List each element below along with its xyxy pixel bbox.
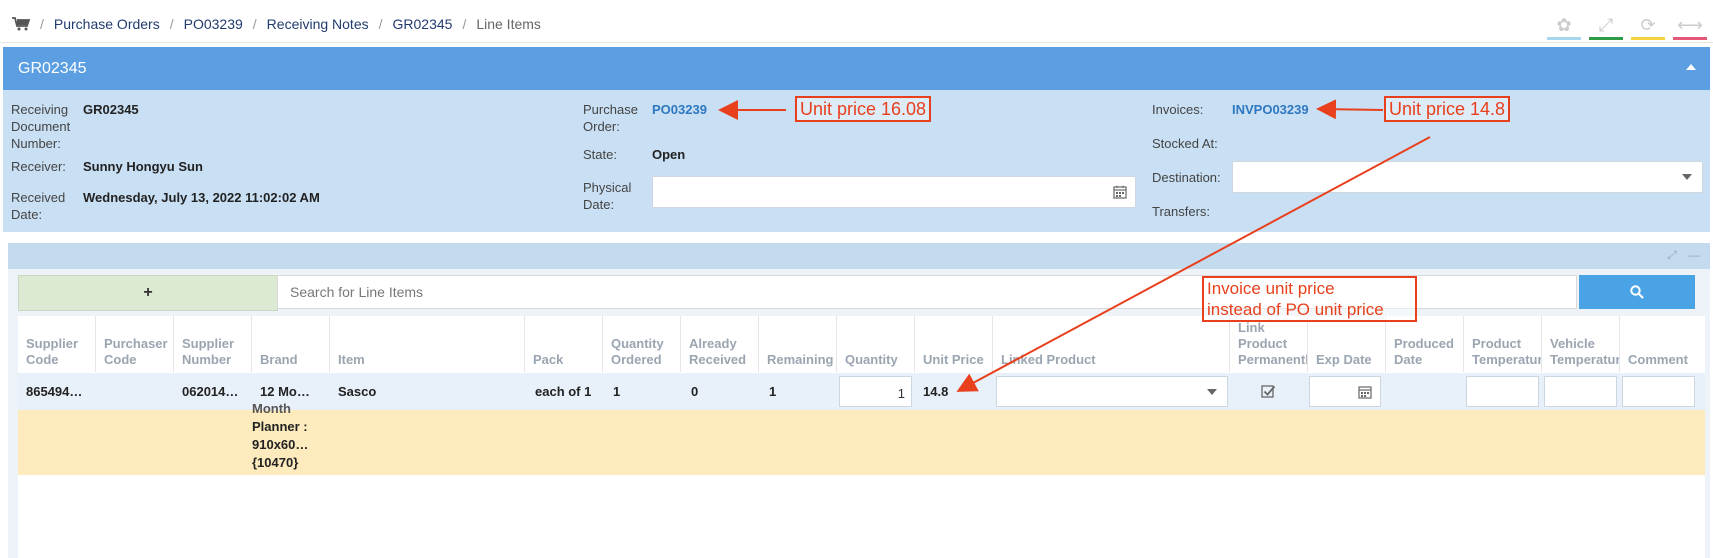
breadcrumb-gr[interactable]: GR02345: [393, 16, 453, 32]
brand-detail-text: Month Planner : 910x60… {10470}: [252, 400, 322, 472]
purchase-order-label: Purchase Order:: [583, 102, 638, 134]
annotation-invoice-price: Unit price 14.8: [1384, 96, 1511, 122]
col-link-product-permanently[interactable]: Link Product Permanently: [1230, 316, 1308, 372]
col-exp-date[interactable]: Exp Date: [1308, 316, 1386, 372]
col-vehicle-temperature[interactable]: Vehicle Temperature: [1542, 316, 1620, 372]
collapse-caret-icon[interactable]: [1686, 64, 1696, 70]
physical-date-input[interactable]: [652, 176, 1136, 208]
physical-date-label: Physical Date:: [583, 180, 632, 212]
col-linked-product[interactable]: Linked Product: [993, 316, 1230, 372]
quantity-input[interactable]: 1: [839, 376, 912, 407]
destination-select[interactable]: [1232, 161, 1703, 193]
minimize-icon[interactable]: —: [1686, 248, 1702, 264]
shopping-cart-icon[interactable]: [12, 17, 30, 31]
col-pack[interactable]: Pack: [525, 316, 603, 372]
col-remaining[interactable]: Remaining: [759, 316, 837, 372]
cell-quantity-ordered: 1: [613, 384, 621, 399]
search-button[interactable]: [1579, 275, 1695, 309]
chevron-down-icon: [1682, 174, 1692, 180]
panel-header: GR02345: [3, 47, 1710, 90]
breadcrumb-purchase-orders[interactable]: Purchase Orders: [54, 16, 160, 32]
cell-supplier-number: 062014…: [182, 384, 239, 399]
annotation-po-price: Unit price 16.08: [795, 96, 932, 122]
cell-item: Sasco: [338, 384, 377, 399]
product-temperature-input[interactable]: [1466, 376, 1539, 407]
breadcrumb: / Purchase Orders / PO03239 / Receiving …: [0, 6, 1713, 43]
brand-detail-line: 910x60…: [252, 437, 309, 452]
panel-title: GR02345: [18, 59, 87, 77]
receiver-label: Receiver:: [11, 159, 66, 174]
annotation-note-line: instead of PO unit price: [1207, 300, 1384, 319]
col-quantity[interactable]: Quantity: [837, 316, 915, 372]
line-items-panel: ⤢ — + Supplier Code Purchaser Code Suppl…: [8, 243, 1710, 558]
col-quantity-ordered[interactable]: Quantity Ordered: [603, 316, 681, 372]
breadcrumb-separator: /: [462, 16, 467, 32]
col-item[interactable]: Item: [330, 316, 525, 372]
search-icon: [1630, 285, 1644, 299]
paw-icon[interactable]: ✿: [1547, 10, 1581, 40]
col-already-received[interactable]: Already Received: [681, 316, 759, 372]
cell-supplier-code: 865494…: [26, 384, 83, 399]
link-permanently-checkbox[interactable]: [1261, 384, 1276, 399]
linked-product-select[interactable]: [996, 376, 1228, 407]
fullscreen-icon[interactable]: ⤢: [1664, 248, 1680, 264]
state-value: Open: [652, 147, 686, 162]
col-comment[interactable]: Comment: [1620, 316, 1705, 372]
col-brand[interactable]: Brand: [252, 316, 330, 372]
cell-unit-price: 14.8: [923, 384, 949, 399]
annotation-note: Invoice unit price instead of PO unit pr…: [1202, 276, 1417, 322]
purchase-order-link[interactable]: PO03239: [652, 102, 707, 117]
invoice-link[interactable]: INVPO03239: [1232, 102, 1309, 117]
transfers-label: Transfers:: [1152, 204, 1211, 219]
vehicle-temperature-input[interactable]: [1544, 376, 1617, 407]
cell-already-received: 0: [691, 384, 699, 399]
refresh-icon[interactable]: ⟳: [1631, 10, 1665, 40]
calendar-icon[interactable]: [1113, 185, 1127, 199]
breadcrumb-separator: /: [40, 16, 44, 32]
expand-icon[interactable]: ⤢: [1589, 10, 1623, 40]
brand-detail-line: Month: [252, 401, 291, 416]
horizontal-resize-icon[interactable]: ⟷: [1673, 10, 1707, 40]
received-date-value: Wednesday, July 13, 2022 11:02:02 AM: [83, 190, 320, 205]
cell-brand: 12 Mo…: [260, 384, 310, 399]
annotation-note-line: Invoice unit price: [1207, 279, 1335, 298]
breadcrumb-separator: /: [252, 16, 257, 32]
add-line-item-button[interactable]: +: [18, 275, 278, 311]
brand-detail-line: {10470}: [252, 455, 299, 470]
col-product-temperature[interactable]: Product Temperature: [1464, 316, 1542, 372]
breadcrumb-po[interactable]: PO03239: [184, 16, 243, 32]
col-unit-price[interactable]: Unit Price: [915, 316, 993, 372]
invoices-label: Invoices:: [1152, 102, 1204, 117]
stocked-at-label: Stocked At:: [1152, 136, 1218, 151]
breadcrumb-separator: /: [378, 16, 383, 32]
received-date-label: Received Date:: [11, 190, 66, 222]
top-toolbar: ✿ ⤢ ⟳ ⟷: [1547, 10, 1707, 40]
state-label: State:: [583, 147, 617, 162]
chevron-down-icon: [1207, 389, 1217, 395]
col-purchaser-code[interactable]: Purchaser Code: [96, 316, 174, 372]
cell-remaining: 1: [769, 384, 777, 399]
calendar-icon[interactable]: [1358, 385, 1372, 399]
destination-label: Destination:: [1152, 170, 1221, 185]
breadcrumb-separator: /: [169, 16, 174, 32]
col-supplier-code[interactable]: Supplier Code: [18, 316, 96, 372]
col-produced-date[interactable]: Produced Date: [1386, 316, 1464, 372]
exp-date-input[interactable]: [1309, 376, 1381, 407]
receiver-value: Sunny Hongyu Sun: [83, 159, 203, 174]
receiving-doc-value: GR02345: [83, 102, 139, 117]
line-items-table: Supplier Code Purchaser Code Supplier Nu…: [18, 316, 1705, 558]
cell-pack: each of 1: [535, 384, 592, 399]
line-items-toolbar: ⤢ —: [8, 243, 1710, 269]
receiving-doc-label: Receiving Document Number:: [11, 102, 71, 151]
comment-input[interactable]: [1622, 376, 1695, 407]
col-supplier-number[interactable]: Supplier Number: [174, 316, 252, 372]
brand-detail-line: Planner :: [252, 419, 308, 434]
breadcrumb-receiving-notes[interactable]: Receiving Notes: [267, 16, 369, 32]
breadcrumb-current: Line Items: [476, 16, 541, 32]
